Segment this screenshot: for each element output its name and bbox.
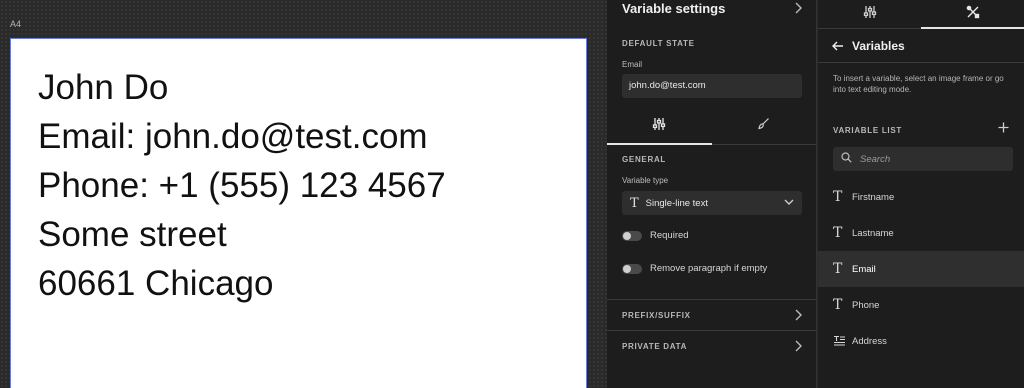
chevron-down-icon xyxy=(784,198,794,209)
remove-paragraph-toggle[interactable] xyxy=(622,263,642,274)
tab-properties[interactable] xyxy=(607,108,712,145)
right-panel-tabs xyxy=(818,0,1024,29)
panel-title: Variable settings xyxy=(622,0,726,16)
email-default-input[interactable]: john.do@test.com xyxy=(622,74,802,98)
remove-paragraph-label: Remove paragraph if empty xyxy=(650,263,768,274)
variable-type-select[interactable]: T Single-line text xyxy=(622,191,802,215)
private-data-section[interactable]: PRIVATE DATA xyxy=(607,330,816,361)
variable-name: Firstname xyxy=(852,191,895,203)
variable-search[interactable] xyxy=(833,147,1013,171)
arrow-left-icon[interactable] xyxy=(832,41,844,51)
page-size-label: A4 xyxy=(10,19,22,29)
prefix-suffix-section[interactable]: PREFIX/SUFFIX xyxy=(607,299,816,330)
tools-icon xyxy=(966,5,980,24)
text-line: Phone: +1 (555) 123 4567 xyxy=(38,166,446,205)
canvas-area[interactable]: A4 John Do Email: john.do@test.com Phone… xyxy=(0,0,607,388)
tab-properties[interactable] xyxy=(818,0,921,28)
search-input[interactable] xyxy=(860,153,1000,165)
variable-item-lastname[interactable]: T Lastname xyxy=(818,215,1024,251)
tab-styling[interactable] xyxy=(712,108,817,144)
chevron-right-icon xyxy=(794,340,802,352)
variable-item-firstname[interactable]: T Firstname xyxy=(818,179,1024,215)
text-type-icon: T xyxy=(833,297,843,313)
text-type-icon: T xyxy=(833,225,843,241)
variable-item-email[interactable]: T Email xyxy=(818,251,1024,287)
variable-name: Address xyxy=(852,335,887,347)
text-line: 60661 Chicago xyxy=(38,264,274,303)
tab-tools[interactable] xyxy=(921,0,1024,29)
variable-name: Lastname xyxy=(852,227,894,239)
variable-item-phone[interactable]: T Phone xyxy=(818,287,1024,323)
section-label-general: GENERAL xyxy=(622,155,667,164)
text-line: John Do xyxy=(38,68,169,107)
brush-icon xyxy=(757,117,770,135)
sliders-icon xyxy=(652,117,666,136)
text-type-icon: T xyxy=(833,189,843,205)
document-page[interactable]: John Do Email: john.do@test.com Phone: +… xyxy=(10,38,587,388)
search-icon xyxy=(841,150,852,168)
variable-settings-header: Variable settings xyxy=(607,0,816,18)
divider xyxy=(818,62,1024,63)
text-type-icon: T xyxy=(833,261,843,277)
section-label-variable-list: VARIABLE LIST xyxy=(833,126,902,135)
variable-type-value: Single-line text xyxy=(645,197,708,209)
required-toggle[interactable] xyxy=(622,230,642,241)
chevron-right-icon xyxy=(794,309,802,321)
required-row: Required xyxy=(622,230,689,241)
multiline-text-icon xyxy=(833,335,851,347)
text-type-icon: T xyxy=(630,195,639,211)
variable-name: Email xyxy=(852,263,876,275)
section-label-default-state: DEFAULT STATE xyxy=(622,39,695,48)
remove-paragraph-row: Remove paragraph if empty xyxy=(622,263,767,274)
variable-settings-panel: Variable settings DEFAULT STATE Email jo… xyxy=(607,0,817,388)
variables-header: Variables xyxy=(832,39,905,53)
variables-panel: Variables To insert a variable, select a… xyxy=(818,0,1024,388)
section-label-prefix-suffix: PREFIX/SUFFIX xyxy=(622,310,691,320)
chevron-right-icon[interactable] xyxy=(794,2,802,14)
variable-item-address[interactable]: Address xyxy=(818,323,1024,359)
sliders-icon xyxy=(863,5,877,24)
field-label-email: Email xyxy=(622,60,643,69)
variable-list: T Firstname T Lastname T Email T Phone A… xyxy=(818,179,1024,359)
settings-tabs xyxy=(607,108,816,145)
page-text-frame[interactable]: John Do Email: john.do@test.com Phone: +… xyxy=(38,63,446,308)
field-label-variable-type: Variable type xyxy=(622,176,669,185)
required-label: Required xyxy=(650,230,689,241)
text-line: Some street xyxy=(38,215,227,254)
variables-hint: To insert a variable, select an image fr… xyxy=(833,74,1004,94)
variable-name: Phone xyxy=(852,299,880,311)
variables-title: Variables xyxy=(852,39,905,53)
section-label-private-data: PRIVATE DATA xyxy=(622,341,688,351)
add-variable-button[interactable] xyxy=(998,120,1009,138)
text-line: Email: john.do@test.com xyxy=(38,117,428,156)
